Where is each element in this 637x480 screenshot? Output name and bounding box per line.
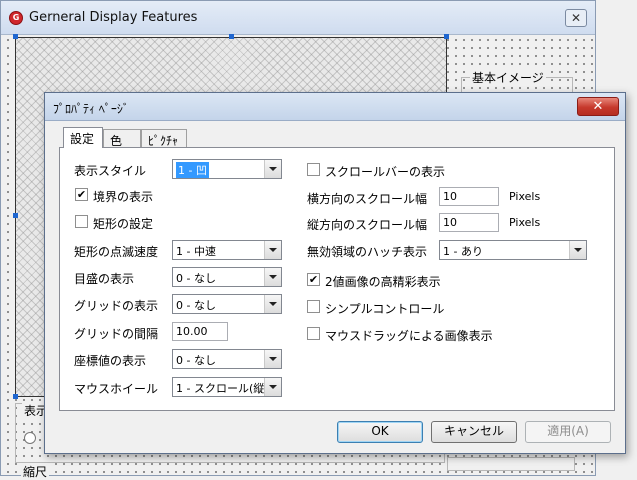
scale-label: 目盛の表示 <box>74 272 135 286</box>
grid-interval-input[interactable]: 10.00 <box>172 322 228 341</box>
display-style-select[interactable]: 1 - 凹 <box>172 159 282 179</box>
scale-group-label: 縮尺 <box>21 463 50 480</box>
tab-picture[interactable]: ﾋﾟｸﾁｬ <box>141 129 187 148</box>
hatch-value: 1 - あり <box>443 245 483 258</box>
dialog-titlebar[interactable]: ﾌﾟﾛﾊﾟﾃｨ ﾍﾟｰｼﾞ ✕ <box>45 93 625 121</box>
coord-label: 座標値の表示 <box>74 354 147 368</box>
grid-value: 0 - なし <box>176 299 216 312</box>
rect-label: 矩形の設定 <box>93 217 154 231</box>
binary-label: 2値画像の高精彩表示 <box>325 275 441 289</box>
wheel-select[interactable]: 1 - スクロール(縦) <box>172 377 282 397</box>
wheel-label: マウスホイール <box>74 382 159 396</box>
blink-speed-select[interactable]: 1 - 中速 <box>172 240 282 260</box>
wheel-value: 1 - スクロール(縦) <box>176 382 269 395</box>
binary-checkbox[interactable]: ✔ <box>307 273 320 286</box>
scrollbar-checkbox[interactable] <box>307 163 320 176</box>
drag-checkbox[interactable] <box>307 327 320 340</box>
chevron-down-icon[interactable] <box>264 350 281 368</box>
chevron-down-icon[interactable] <box>264 378 281 396</box>
border-checkbox[interactable]: ✔ <box>75 188 88 201</box>
dialog-title: ﾌﾟﾛﾊﾟﾃｨ ﾍﾟｰｼﾞ <box>53 102 129 116</box>
grid-interval-label: グリッドの間隔 <box>74 327 159 341</box>
background-window-title: Gerneral Display Features <box>29 10 198 25</box>
hscroll-unit: Pixels <box>509 190 541 203</box>
vscroll-unit: Pixels <box>509 216 541 229</box>
app-logo-icon: G <box>9 11 23 25</box>
chevron-down-icon[interactable] <box>264 241 281 259</box>
scale-select[interactable]: 0 - なし <box>172 267 282 287</box>
base-image-group-label: 基本イメージ <box>470 69 546 86</box>
hatch-select[interactable]: 1 - あり <box>439 240 587 260</box>
chevron-down-icon[interactable] <box>264 268 281 286</box>
coord-select[interactable]: 0 - なし <box>172 349 282 369</box>
rect-checkbox[interactable] <box>75 215 88 228</box>
grid-select[interactable]: 0 - なし <box>172 294 282 314</box>
settings-panel: 表示スタイル 1 - 凹 ✔ 境界の表示 矩形の設定 矩形の点滅速度 1 - 中… <box>59 147 615 411</box>
vscroll-input[interactable]: 10 <box>439 213 499 232</box>
selection-handle[interactable] <box>13 34 18 39</box>
display-style-label: 表示スタイル <box>74 164 147 178</box>
hatch-label: 無効領域のハッチ表示 <box>307 245 428 259</box>
chevron-down-icon[interactable] <box>569 241 586 259</box>
background-titlebar: G Gerneral Display Features ✕ <box>1 1 595 35</box>
cancel-button[interactable]: キャンセル <box>431 421 517 443</box>
drag-label: マウスドラッグによる画像表示 <box>325 329 493 343</box>
blink-speed-value: 1 - 中速 <box>176 245 216 258</box>
selection-handle[interactable] <box>13 394 18 399</box>
selection-handle[interactable] <box>444 34 449 39</box>
ok-button[interactable]: OK <box>337 421 423 443</box>
border-label: 境界の表示 <box>93 190 154 204</box>
tab-color[interactable]: 色 <box>103 129 141 148</box>
apply-button[interactable]: 適用(A) <box>525 421 611 443</box>
property-page-dialog: ﾌﾟﾛﾊﾟﾃｨ ﾍﾟｰｼﾞ ✕ 設定 色 ﾋﾟｸﾁｬ 表示スタイル 1 - 凹 … <box>44 92 626 454</box>
simple-control-checkbox[interactable] <box>307 300 320 313</box>
background-side-control[interactable] <box>447 457 575 471</box>
grid-label: グリッドの表示 <box>74 299 159 313</box>
display-radio[interactable] <box>24 432 36 444</box>
selection-handle[interactable] <box>229 34 234 39</box>
chevron-down-icon[interactable] <box>264 160 281 178</box>
vscroll-label: 縦方向のスクロール幅 <box>307 218 428 232</box>
chevron-down-icon[interactable] <box>264 295 281 313</box>
selection-handle[interactable] <box>13 213 18 218</box>
hscroll-label: 横方向のスクロール幅 <box>307 192 428 206</box>
hscroll-input[interactable]: 10 <box>439 187 499 206</box>
display-style-value: 1 - 凹 <box>176 162 209 178</box>
scale-value: 0 - なし <box>176 272 216 285</box>
tab-settings[interactable]: 設定 <box>63 127 103 148</box>
coord-value: 0 - なし <box>176 354 216 367</box>
background-close-icon[interactable]: ✕ <box>565 9 587 27</box>
close-icon[interactable]: ✕ <box>577 97 619 116</box>
simple-control-label: シンプルコントロール <box>325 302 445 316</box>
blink-speed-label: 矩形の点滅速度 <box>74 245 159 259</box>
scrollbar-label: スクロールバーの表示 <box>325 165 446 179</box>
